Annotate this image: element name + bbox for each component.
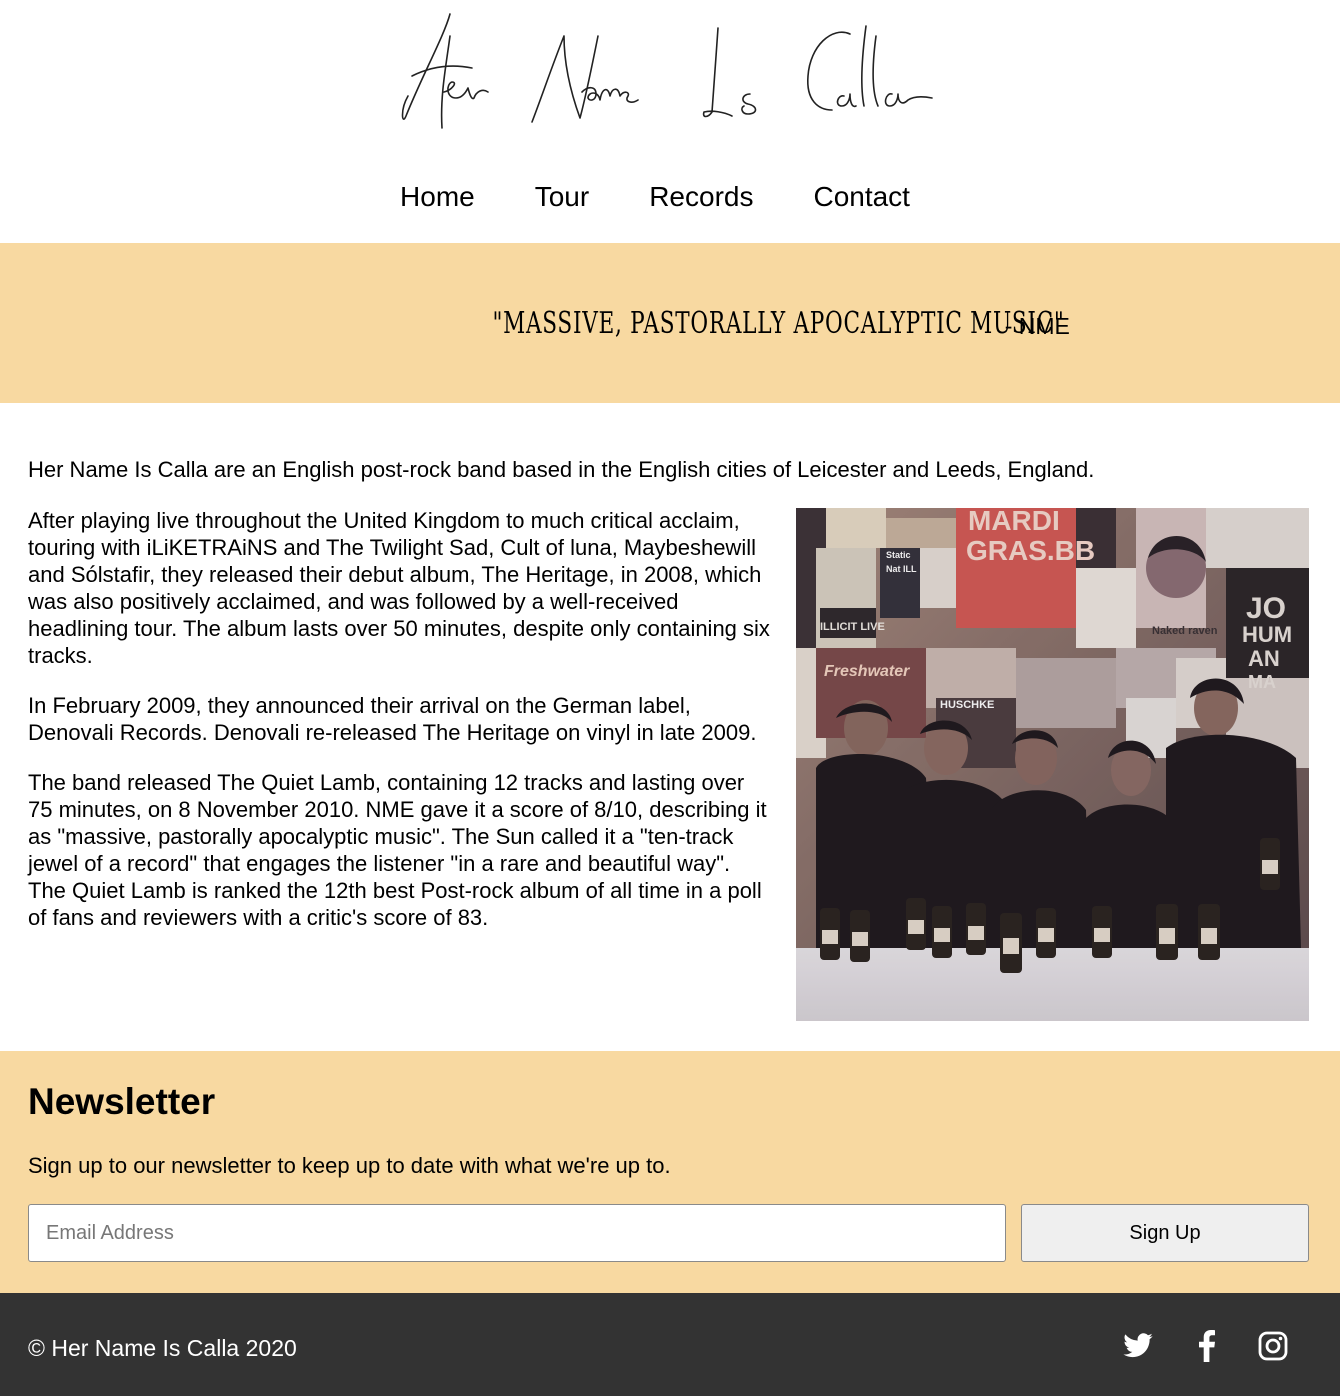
main-nav: Home Tour Records Contact (0, 178, 1340, 216)
facebook-icon[interactable] (1195, 1330, 1219, 1362)
quote-banner: "MASSIVE, PASTORALLY APOCALYPTIC MUSIC" … (0, 243, 1340, 403)
sign-up-button[interactable]: Sign Up (1021, 1204, 1309, 1262)
nav-tour[interactable]: Tour (505, 178, 619, 216)
nav-records[interactable]: Records (619, 178, 783, 216)
nav-home[interactable]: Home (400, 178, 505, 216)
main-content: Her Name Is Calla are an English post-ro… (0, 403, 1340, 1051)
band-photo-image: MARDI GRAS.BB ILLICIT LIVE Static Nat IL… (796, 508, 1309, 1021)
nav-contact[interactable]: Contact (783, 178, 940, 216)
newsletter-heading: Newsletter (28, 1081, 216, 1122)
newsletter-description: Sign up to our newsletter to keep up to … (28, 1153, 671, 1178)
site-header: Her Name Is Calla (0, 0, 1340, 243)
bio-paragraph: After playing live throughout the United… (28, 508, 770, 668)
logo-script (401, 13, 933, 129)
band-photo: MARDI GRAS.BB ILLICIT LIVE Static Nat IL… (796, 508, 1309, 1021)
copyright-text: © Her Name Is Calla 2020 (28, 1335, 297, 1361)
newsletter-section: Newsletter Sign up to our newsletter to … (0, 1051, 1340, 1293)
bio-text: After playing live throughout the United… (28, 507, 773, 954)
instagram-icon[interactable] (1258, 1331, 1288, 1361)
quote-source: - NME (1004, 312, 1070, 339)
intro-text: Her Name Is Calla are an English post-ro… (28, 457, 1095, 482)
press-quote: "MASSIVE, PASTORALLY APOCALYPTIC MUSIC" (492, 305, 1065, 341)
email-input[interactable] (28, 1204, 1006, 1262)
bio-paragraph: In February 2009, they announced their a… (28, 693, 757, 745)
site-logo[interactable]: Her Name Is Calla (392, 6, 948, 134)
bio-paragraph: The band released The Quiet Lamb, contai… (28, 770, 767, 930)
twitter-icon[interactable] (1122, 1330, 1154, 1362)
site-footer: © Her Name Is Calla 2020 (0, 1293, 1340, 1396)
